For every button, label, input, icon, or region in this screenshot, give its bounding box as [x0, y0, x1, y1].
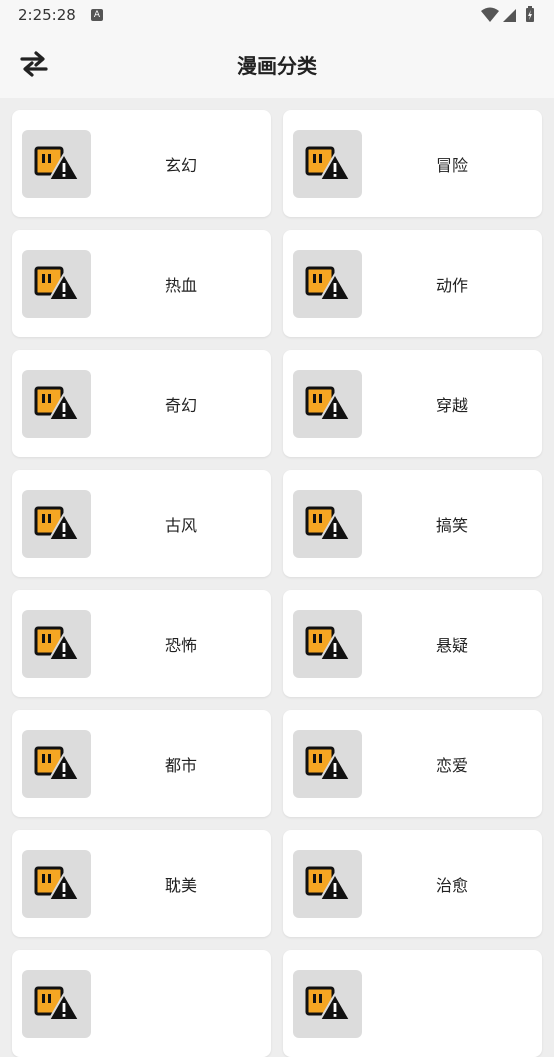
- broken-image-icon: [305, 626, 351, 661]
- category-card[interactable]: 奇幻: [12, 350, 271, 457]
- broken-image-icon: [305, 506, 351, 541]
- category-card[interactable]: 恐怖: [12, 590, 271, 697]
- category-label: 古风: [164, 515, 197, 535]
- category-label: 动作: [435, 275, 468, 295]
- category-card[interactable]: 耽美: [12, 830, 271, 937]
- status-time: 2:25:28: [18, 6, 76, 24]
- broken-image-icon: [34, 626, 80, 661]
- cover-thumbnail: [22, 730, 91, 798]
- cover-thumbnail: [293, 130, 362, 198]
- category-card[interactable]: 动作: [283, 230, 542, 337]
- page-title: 漫画分类: [237, 54, 317, 78]
- category-label: 恐怖: [164, 635, 197, 655]
- cover-thumbnail: [293, 370, 362, 438]
- broken-image-icon: [34, 866, 80, 901]
- category-label: 治愈: [435, 875, 468, 895]
- category-card[interactable]: 穿越: [283, 350, 542, 457]
- battery-icon: [526, 6, 534, 22]
- category-label: 悬疑: [435, 635, 468, 655]
- category-label: 冒险: [435, 155, 468, 175]
- app-bar: 漫画分类: [0, 30, 554, 98]
- category-card[interactable]: 治愈: [283, 830, 542, 937]
- broken-image-icon: [305, 866, 351, 901]
- category-grid: 玄幻 冒险 热血 动作 奇幻 穿越 古风 搞笑 恐怖 悬疑 都市 恋爱 耽美 治…: [12, 110, 542, 1057]
- status-icons: [480, 6, 538, 24]
- category-card[interactable]: [283, 950, 542, 1057]
- broken-image-icon: [34, 746, 80, 781]
- broken-image-icon: [34, 146, 80, 181]
- category-card[interactable]: 悬疑: [283, 590, 542, 697]
- cover-thumbnail: [293, 250, 362, 318]
- category-label: 玄幻: [164, 155, 197, 175]
- broken-image-icon: [305, 386, 351, 421]
- broken-image-icon: [34, 986, 80, 1021]
- category-label: 穿越: [435, 395, 468, 415]
- category-card[interactable]: 恋爱: [283, 710, 542, 817]
- cover-thumbnail: [22, 370, 91, 438]
- broken-image-icon: [34, 506, 80, 541]
- cover-thumbnail: [293, 730, 362, 798]
- cover-thumbnail: [293, 610, 362, 678]
- cover-thumbnail: [22, 250, 91, 318]
- broken-image-icon: [305, 266, 351, 301]
- cover-thumbnail: [293, 490, 362, 558]
- cover-thumbnail: [22, 610, 91, 678]
- category-card[interactable]: [12, 950, 271, 1057]
- cover-thumbnail: [22, 130, 91, 198]
- category-label: [91, 950, 271, 1057]
- category-card[interactable]: 都市: [12, 710, 271, 817]
- category-label: 耽美: [164, 875, 197, 895]
- broken-image-icon: [305, 986, 351, 1021]
- category-label: 奇幻: [164, 395, 197, 415]
- category-label: [362, 950, 542, 1057]
- broken-image-icon: [34, 386, 80, 421]
- broken-image-icon: [305, 146, 351, 181]
- wifi-icon: [481, 7, 499, 22]
- category-card[interactable]: 玄幻: [12, 110, 271, 217]
- notification-icon: A: [91, 9, 103, 21]
- category-card[interactable]: 冒险: [283, 110, 542, 217]
- category-label: 搞笑: [435, 515, 468, 535]
- category-card[interactable]: 热血: [12, 230, 271, 337]
- cover-thumbnail: [293, 970, 362, 1038]
- cover-thumbnail: [22, 970, 91, 1038]
- category-label: 热血: [164, 275, 197, 295]
- cover-thumbnail: [22, 850, 91, 918]
- broken-image-icon: [34, 266, 80, 301]
- category-label: 恋爱: [435, 755, 468, 775]
- category-label: 都市: [164, 755, 197, 775]
- category-card[interactable]: 搞笑: [283, 470, 542, 577]
- status-bar: 2:25:28 A: [0, 0, 554, 30]
- signal-icon: [503, 9, 516, 22]
- cover-thumbnail: [22, 490, 91, 558]
- broken-image-icon: [305, 746, 351, 781]
- cover-thumbnail: [293, 850, 362, 918]
- category-card[interactable]: 古风: [12, 470, 271, 577]
